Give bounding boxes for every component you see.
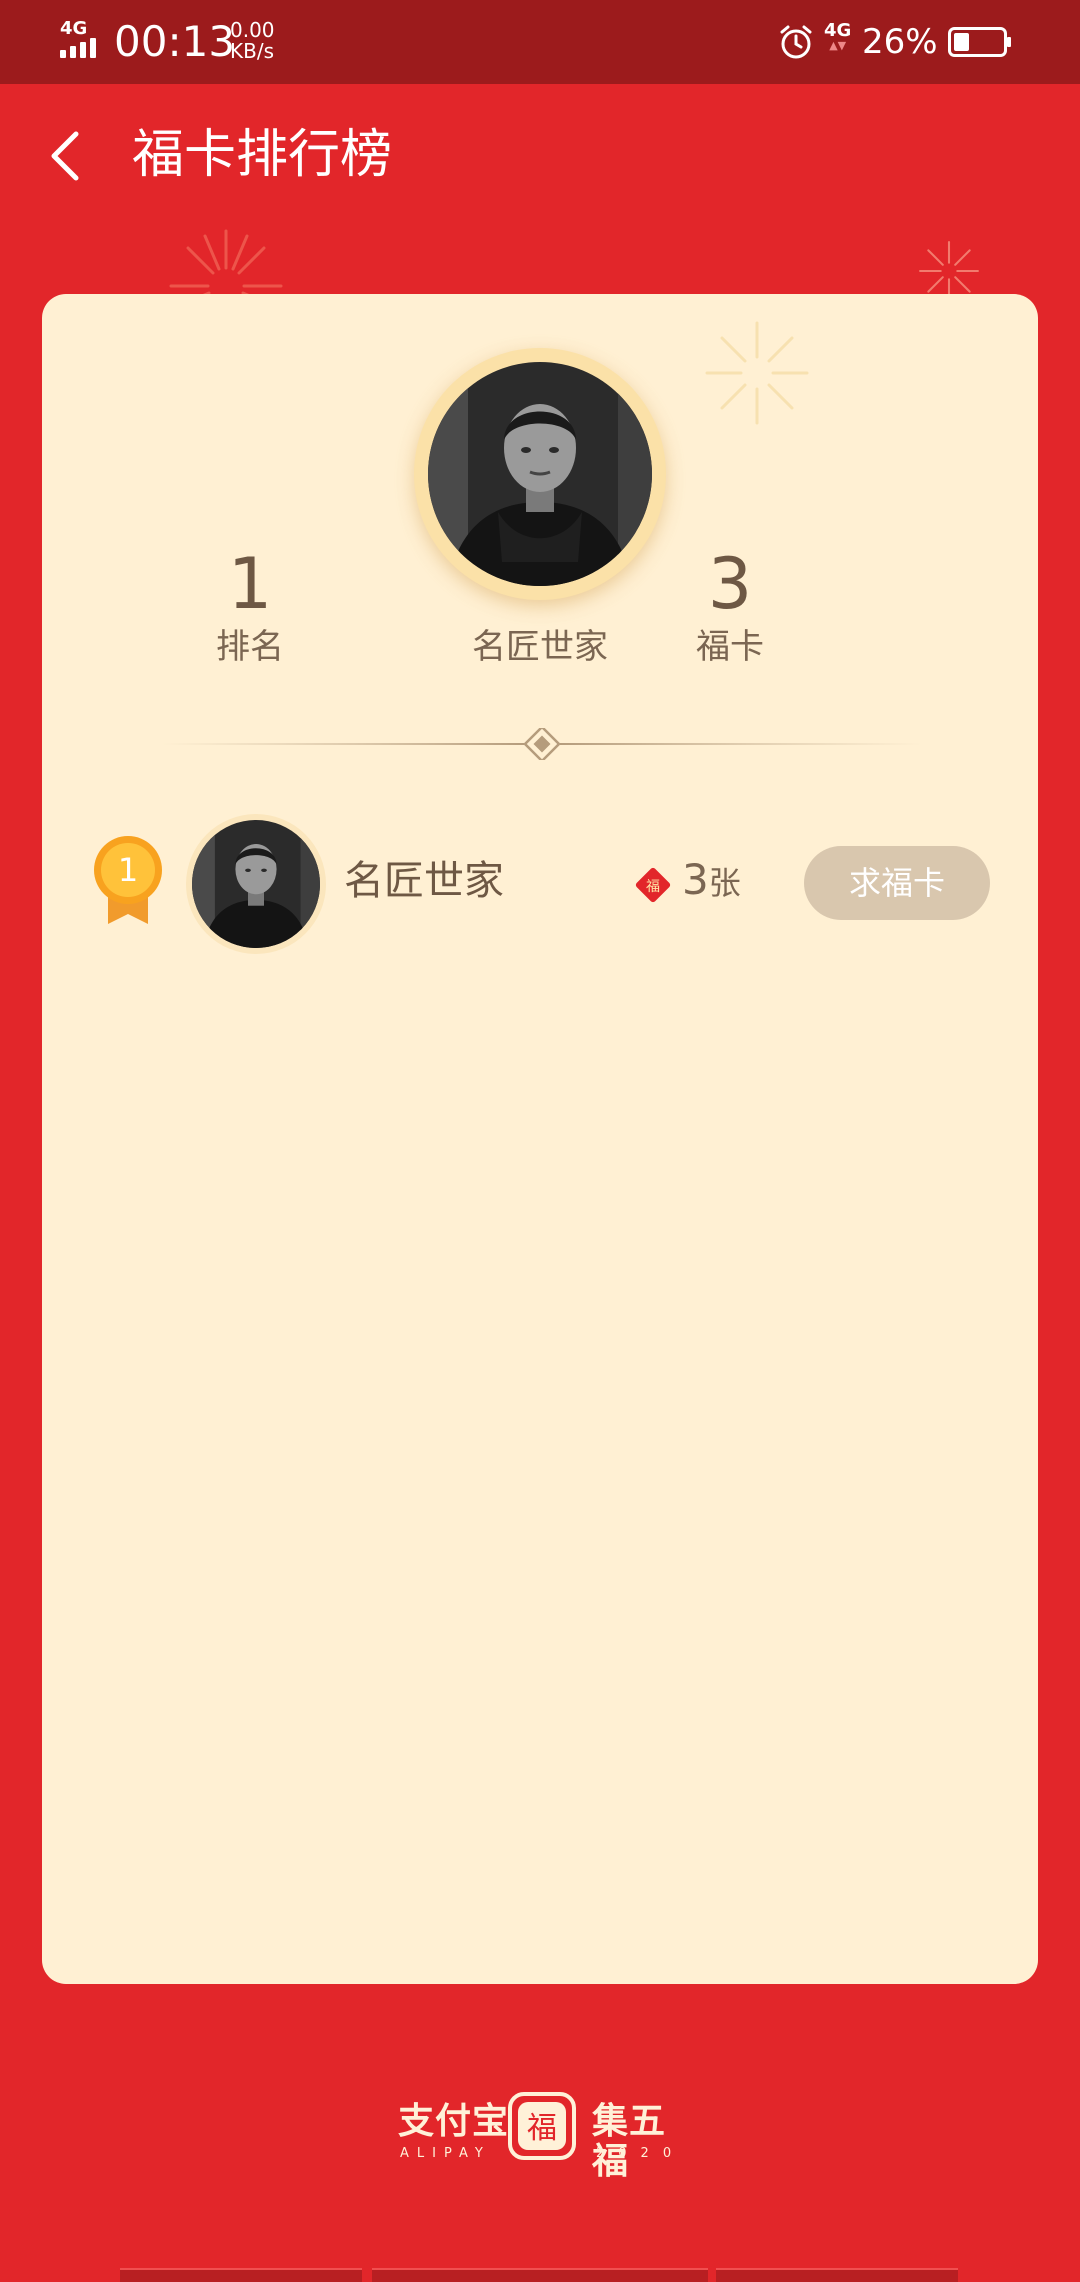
card-count-value: 3 bbox=[682, 855, 709, 904]
svg-text:福: 福 bbox=[527, 2111, 557, 2146]
fu-badge-icon: 福 bbox=[508, 2092, 576, 2160]
brand-year: 2020 bbox=[596, 2146, 686, 2161]
ranking-row[interactable]: 1 名匠世家 福 3张 求福卡 bbox=[42, 814, 1038, 954]
status-bar: 4G 00:13 0.00 KB/s 4G ▲▼ 26% bbox=[0, 0, 1080, 84]
person-photo-icon bbox=[192, 820, 320, 948]
cards-value: 3 bbox=[707, 543, 753, 625]
cards-label: 福卡 bbox=[696, 627, 764, 667]
profile-name: 名匠世家 bbox=[472, 627, 608, 667]
speed-unit: KB/s bbox=[230, 39, 274, 63]
brand-alipay: 支付宝 bbox=[398, 2101, 510, 2142]
person-photo-icon bbox=[428, 362, 652, 586]
brand-wufu: 集五福 bbox=[592, 2101, 667, 2182]
battery-icon bbox=[948, 27, 1011, 57]
svg-text:福: 福 bbox=[646, 879, 660, 895]
row-avatar[interactable] bbox=[186, 814, 326, 954]
fu-card-icon: 福 bbox=[635, 867, 671, 903]
network-type: 4G bbox=[60, 18, 88, 39]
network-speed: 0.00 KB/s bbox=[230, 20, 275, 62]
ranking-card: 1 排名 名匠世家 3 福卡 1 名匠世家 福 3张 求福卡 bbox=[42, 294, 1038, 1984]
rank-label: 排名 bbox=[216, 627, 284, 667]
network-type-right: 4G ▲▼ bbox=[824, 20, 852, 52]
divider bbox=[162, 728, 922, 760]
card-count: 3张 bbox=[682, 850, 741, 919]
firework-decoration-card bbox=[705, 321, 809, 425]
row-name: 名匠世家 bbox=[344, 858, 504, 904]
rank-medal-icon: 1 bbox=[92, 834, 164, 928]
rank-value: 1 bbox=[227, 543, 273, 625]
battery-percent: 26% bbox=[862, 22, 938, 62]
brand-alipay-sub: ALIPAY bbox=[400, 2146, 491, 2161]
back-arrow-icon[interactable] bbox=[44, 128, 88, 184]
svg-text:1: 1 bbox=[118, 851, 138, 889]
firework-decoration-right bbox=[919, 241, 979, 301]
page-title: 福卡排行榜 bbox=[132, 125, 393, 185]
speed-value: 0.00 bbox=[230, 18, 275, 42]
alarm-icon bbox=[780, 25, 812, 59]
clock: 00:13 bbox=[114, 17, 236, 66]
ask-card-button[interactable]: 求福卡 bbox=[804, 846, 990, 920]
profile-avatar[interactable] bbox=[414, 348, 666, 600]
alipay-wufu-logo: 支付宝 ALIPAY 福 集五福 2020 bbox=[398, 2090, 688, 2182]
card-count-unit: 张 bbox=[708, 864, 741, 902]
signal-icon: 4G bbox=[58, 20, 106, 62]
